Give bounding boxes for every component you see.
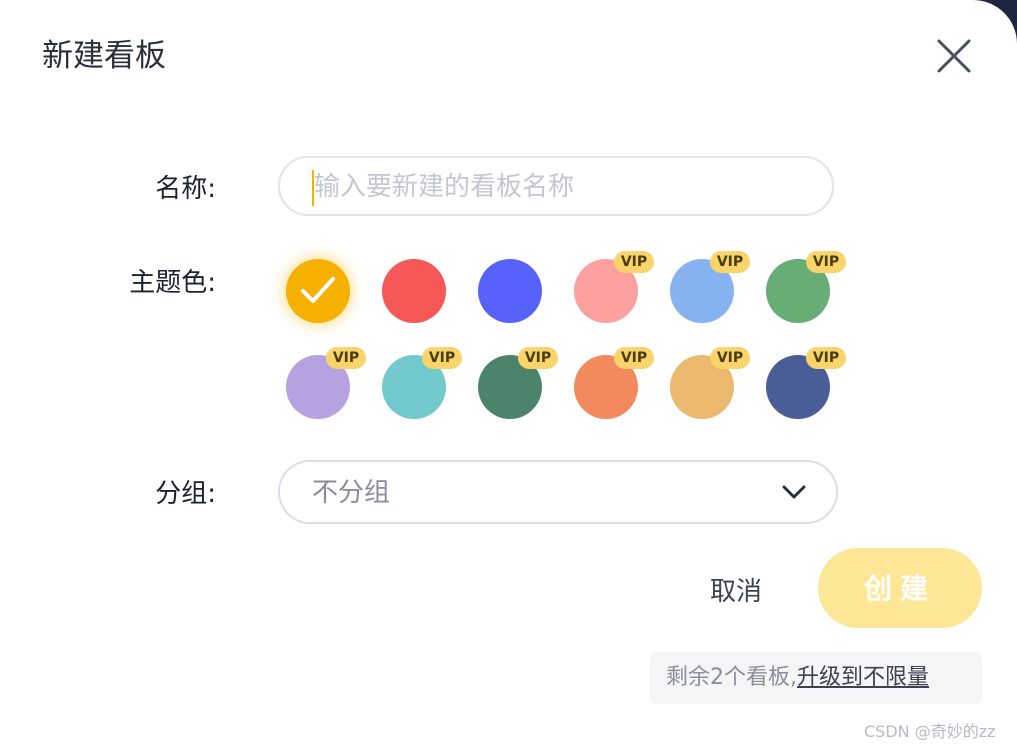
color-swatch[interactable] bbox=[382, 259, 446, 323]
create-button[interactable]: 创建 bbox=[818, 548, 982, 628]
group-label: 分组: bbox=[155, 479, 216, 509]
vip-badge: VIP bbox=[422, 347, 462, 369]
vip-badge: VIP bbox=[806, 251, 846, 273]
cancel-button[interactable]: 取消 bbox=[690, 570, 782, 614]
color-swatch[interactable]: VIP bbox=[382, 347, 462, 419]
vip-badge: VIP bbox=[518, 347, 558, 369]
watermark: CSDN @奇妙的zz bbox=[864, 722, 996, 741]
color-swatch[interactable]: VIP bbox=[670, 251, 750, 323]
vip-badge: VIP bbox=[806, 347, 846, 369]
color-swatch[interactable]: VIP bbox=[478, 347, 558, 419]
vip-badge: VIP bbox=[326, 347, 366, 369]
color-swatch[interactable]: VIP bbox=[286, 347, 366, 419]
dialog-title: 新建看板 bbox=[42, 38, 166, 74]
chevron-down-icon bbox=[782, 485, 806, 499]
close-icon bbox=[937, 39, 971, 73]
text-caret bbox=[312, 170, 314, 206]
vip-badge: VIP bbox=[614, 347, 654, 369]
create-board-dialog: 新建看板 名称: 主题色: VIPVIPVIPVIPVIPVIPVIPVIPVI… bbox=[0, 0, 1017, 747]
close-button[interactable] bbox=[934, 36, 974, 76]
color-swatch[interactable]: VIP bbox=[766, 347, 846, 419]
color-swatch[interactable]: VIP bbox=[574, 347, 654, 419]
name-field[interactable] bbox=[278, 156, 834, 216]
vip-badge: VIP bbox=[710, 347, 750, 369]
color-swatch[interactable] bbox=[286, 259, 350, 323]
theme-color-picker: VIP VIP VIP VIP VIP VIP VIP VIP VIP bbox=[286, 251, 846, 429]
vip-badge: VIP bbox=[710, 251, 750, 273]
color-swatch[interactable]: VIP bbox=[670, 347, 750, 419]
color-swatch[interactable]: VIP bbox=[766, 251, 846, 323]
theme-color-label: 主题色: bbox=[129, 268, 216, 298]
vip-badge: VIP bbox=[614, 251, 654, 273]
quota-text: 剩余2个看板, bbox=[666, 665, 797, 690]
upgrade-link[interactable]: 升级到不限量 bbox=[797, 665, 929, 690]
color-swatch[interactable] bbox=[478, 259, 542, 323]
checkmark-icon bbox=[301, 277, 335, 303]
quota-notice: 剩余2个看板,升级到不限量 bbox=[650, 652, 982, 704]
name-input[interactable] bbox=[312, 166, 806, 208]
group-select[interactable]: 不分组 bbox=[278, 460, 838, 524]
name-label: 名称: bbox=[155, 174, 216, 204]
group-select-value: 不分组 bbox=[312, 478, 391, 508]
color-swatch[interactable]: VIP bbox=[574, 251, 654, 323]
